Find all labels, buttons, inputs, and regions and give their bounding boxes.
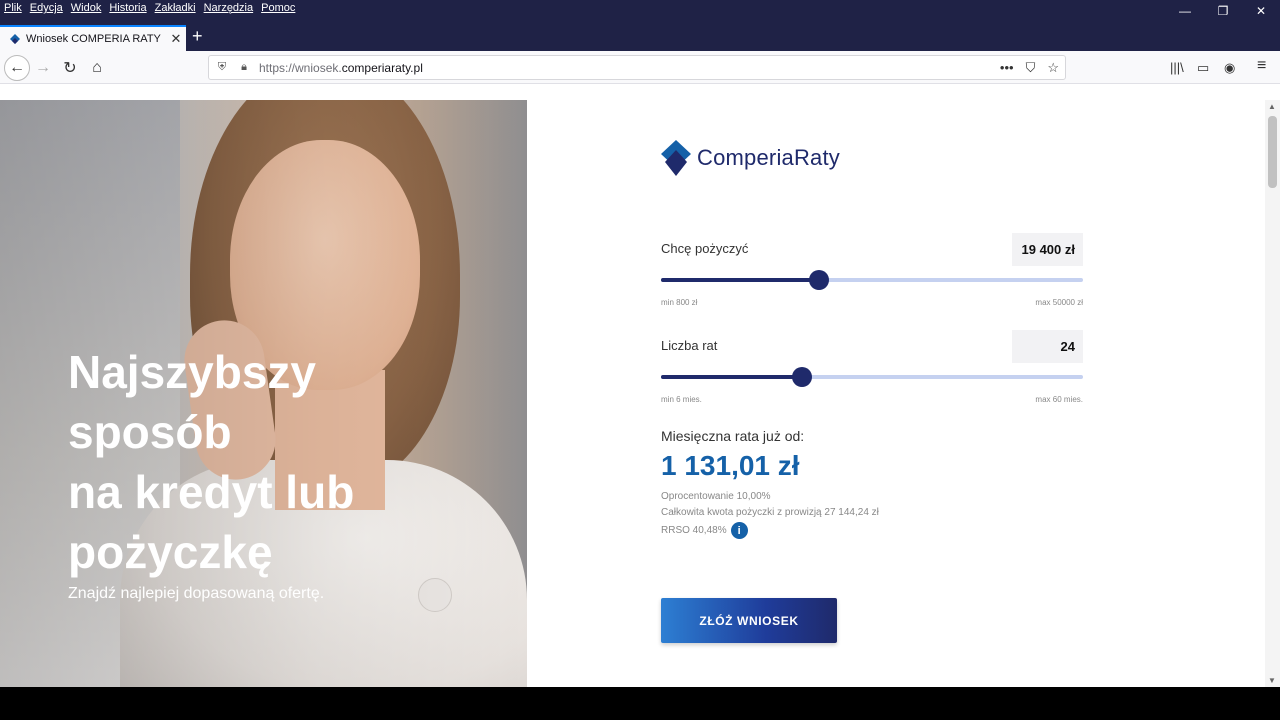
scroll-up-icon[interactable]: ▲ — [1268, 102, 1276, 111]
menu-file[interactable]: Plik — [4, 2, 22, 14]
hero-headline-line: pożyczkę — [68, 526, 273, 578]
restore-button[interactable]: ❐ — [1205, 0, 1241, 22]
brand-logo-text: ComperiaRaty — [697, 145, 841, 170]
amount-slider-thumb[interactable] — [809, 270, 829, 290]
menu-bar: Plik Edycja Widok Historia Zakładki Narz… — [0, 0, 1280, 22]
tab-title: Wniosek COMPERIA RATY — [26, 33, 161, 45]
minimize-button[interactable]: — — [1167, 0, 1203, 22]
menu-help[interactable]: Pomoc — [261, 2, 295, 14]
page-actions-icon[interactable]: ••• — [1000, 60, 1014, 75]
menu-history[interactable]: Historia — [109, 2, 146, 14]
bookmark-star-icon[interactable]: ☆ — [1047, 60, 1059, 76]
menu-view[interactable]: Widok — [71, 2, 102, 14]
installments-value-field[interactable]: 24 — [1012, 330, 1083, 363]
installments-range: min 6 mies. max 60 mies. — [661, 395, 1083, 404]
rrso-row: RRSO 40,48% i — [661, 522, 748, 539]
hero-subtitle: Znajdź najlepiej dopasowaną ofertę. — [68, 585, 325, 602]
scrollbar-thumb[interactable] — [1268, 116, 1277, 188]
hamburger-menu-icon[interactable]: ≡ — [1257, 57, 1266, 75]
sidebar-icon[interactable]: ▭ — [1197, 60, 1209, 76]
installments-slider-fill — [661, 375, 802, 379]
installments-slider[interactable] — [661, 367, 1083, 387]
account-icon[interactable]: ◉ — [1224, 60, 1235, 76]
installments-label: Liczba rat — [661, 338, 718, 353]
navigation-bar: ← → ↻ ⌂ ⛨ 🔒︎ https://wniosek.comperiarat… — [0, 51, 1280, 84]
tracking-shield-icon[interactable]: ⛨ — [215, 61, 229, 74]
scroll-down-icon[interactable]: ▼ — [1268, 676, 1276, 685]
menu-bookmarks[interactable]: Zakładki — [155, 2, 196, 14]
info-icon[interactable]: i — [730, 522, 748, 539]
submit-application-button[interactable]: ZŁÓŻ WNIOSEK — [661, 598, 837, 643]
lock-icon[interactable]: 🔒︎ — [237, 61, 251, 74]
address-bar[interactable]: ⛨ 🔒︎ https://wniosek.comperiaraty.pl •••… — [208, 55, 1066, 80]
amount-slider-fill — [661, 278, 819, 282]
hero-headline-line: na kredyt lub — [68, 466, 355, 518]
monthly-rate-label: Miesięczna rata już od: — [661, 428, 805, 444]
page-content: Najszybszy sposób na kredyt lub pożyczkę… — [0, 100, 1280, 687]
installments-max: max 60 mies. — [1035, 395, 1083, 404]
amount-value-field[interactable]: 19 400 zł — [1012, 233, 1083, 266]
home-button[interactable]: ⌂ — [84, 55, 110, 81]
installments-min: min 6 mies. — [661, 395, 702, 404]
menu-edit[interactable]: Edycja — [30, 2, 63, 14]
close-window-button[interactable]: ✕ — [1243, 0, 1279, 22]
tab-wniosek[interactable]: Wniosek COMPERIA RATY ✕ — [0, 25, 186, 51]
menu-tools[interactable]: Narzędzia — [204, 2, 254, 14]
address-actions: ••• ⛉ ☆ — [1000, 56, 1059, 79]
interest-text: Oprocentowanie 10,00% — [661, 491, 771, 502]
brand-logo[interactable]: ComperiaRaty — [661, 140, 840, 176]
installments-slider-thumb[interactable] — [792, 367, 812, 387]
back-button[interactable]: ← — [4, 55, 30, 81]
amount-slider[interactable] — [661, 270, 1083, 290]
total-amount-text: Całkowita kwota pożyczki z prowizją 27 1… — [661, 507, 879, 518]
loan-calculator: ComperiaRaty Chcę pożyczyć 19 400 zł min… — [527, 100, 1265, 687]
hero-headline: Najszybszy sposób na kredyt lub pożyczkę — [68, 342, 498, 582]
forward-button[interactable]: → — [30, 55, 56, 81]
menu-list: Plik Edycja Widok Historia Zakładki Narz… — [4, 0, 303, 16]
new-tab-button[interactable]: + — [192, 26, 203, 46]
url-host: comperiaraty.pl — [341, 60, 423, 75]
url-text[interactable]: https://wniosek.comperiaraty.pl — [259, 61, 423, 75]
amount-max: max 50000 zł — [1035, 298, 1083, 307]
rrso-text: RRSO 40,48% — [661, 525, 727, 537]
amount-label: Chcę pożyczyć — [661, 241, 749, 256]
brand-logo-icon — [661, 140, 691, 176]
page-scrollbar[interactable]: ▲ ▼ — [1265, 100, 1280, 687]
pocket-icon[interactable]: ⛉ — [1026, 60, 1036, 76]
reload-button[interactable]: ↻ — [57, 55, 83, 81]
hero-headline-line: Najszybszy — [68, 346, 317, 398]
monthly-rate-value: 1 131,01 zł — [661, 450, 800, 481]
browser-window: Plik Edycja Widok Historia Zakładki Narz… — [0, 0, 1280, 687]
amount-min: min 800 zł — [661, 298, 698, 307]
url-prefix: https://wniosek. — [259, 60, 342, 75]
site-favicon-icon — [10, 34, 20, 44]
hero-headline-line: sposób — [68, 406, 232, 458]
library-icon[interactable]: |||\ — [1170, 60, 1184, 75]
tab-close-icon[interactable]: ✕ — [166, 31, 186, 47]
amount-range: min 800 zł max 50000 zł — [661, 298, 1083, 307]
hero-section: Najszybszy sposób na kredyt lub pożyczkę… — [0, 100, 527, 687]
